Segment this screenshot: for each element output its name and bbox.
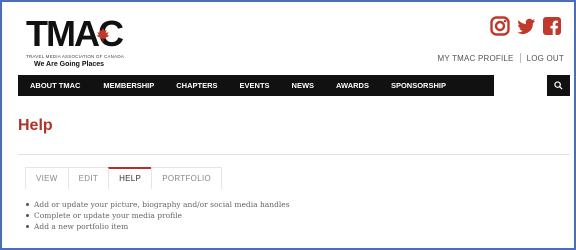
logout-link[interactable]: LOG OUT bbox=[527, 54, 564, 63]
list-item: Add a new portfolio item bbox=[26, 221, 290, 232]
link-separator bbox=[519, 53, 521, 63]
account-links: MY TMAC PROFILE LOG OUT bbox=[438, 53, 564, 63]
profile-tabs: VIEW EDIT HELP PORTFOLIO bbox=[25, 167, 222, 189]
nav-about-tmac[interactable]: ABOUT TMAC bbox=[18, 75, 92, 96]
tab-portfolio[interactable]: PORTFOLIO bbox=[151, 167, 222, 189]
page-title: Help bbox=[18, 117, 53, 134]
nav-membership[interactable]: MEMBERSHIP bbox=[92, 75, 165, 96]
logo-tagline: We Are Going Places bbox=[34, 61, 105, 68]
tab-help[interactable]: HELP bbox=[108, 167, 153, 189]
instagram-icon[interactable] bbox=[490, 16, 510, 36]
tab-view[interactable]: VIEW bbox=[25, 167, 69, 189]
facebook-icon[interactable] bbox=[542, 16, 562, 36]
logo-subtitle: TRAVEL MEDIA ASSOCIATION OF CANADA bbox=[26, 54, 124, 59]
social-links bbox=[490, 16, 562, 36]
nav-chapters[interactable]: CHAPTERS bbox=[165, 75, 228, 96]
nav-events[interactable]: EVENTS bbox=[229, 75, 281, 96]
search-icon bbox=[554, 81, 563, 90]
tmac-logo[interactable]: TMAC TRAVEL MEDIA ASSOCIATION OF CANADA … bbox=[26, 14, 126, 72]
list-item: Add or update your picture, biography an… bbox=[26, 199, 290, 210]
tab-edit[interactable]: EDIT bbox=[67, 167, 110, 189]
divider bbox=[18, 154, 570, 155]
twitter-icon[interactable] bbox=[516, 16, 536, 36]
maple-leaf-icon bbox=[96, 28, 110, 42]
nav-sponsorship[interactable]: SPONSORSHIP bbox=[380, 75, 457, 96]
list-item: Complete or update your media profile bbox=[26, 210, 290, 221]
search-button[interactable] bbox=[547, 75, 570, 96]
main-nav: ABOUT TMAC MEMBERSHIP CHAPTERS EVENTS NE… bbox=[18, 75, 494, 96]
nav-news[interactable]: NEWS bbox=[281, 75, 326, 96]
nav-awards[interactable]: AWARDS bbox=[325, 75, 380, 96]
help-list: Add or update your picture, biography an… bbox=[26, 199, 290, 232]
my-profile-link[interactable]: MY TMAC PROFILE bbox=[438, 54, 514, 63]
